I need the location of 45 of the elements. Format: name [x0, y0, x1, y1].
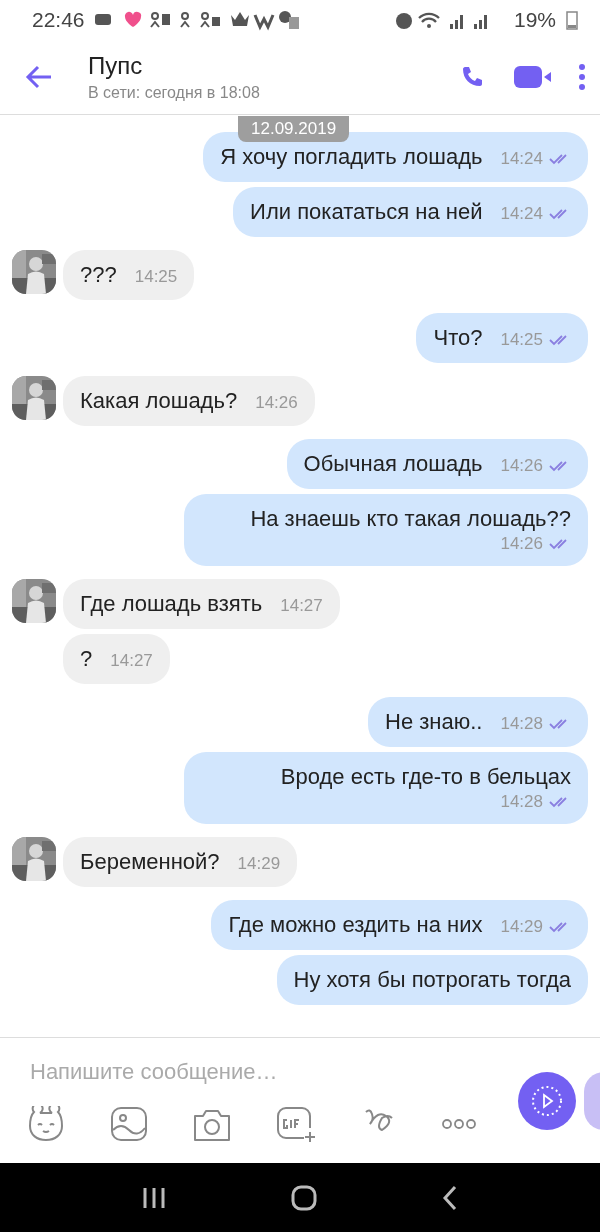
message-time: 14:27 [280, 596, 323, 616]
gif-icon[interactable] [276, 1106, 318, 1142]
message-time: 14:28 [500, 792, 543, 812]
contact-name: Пупс [88, 52, 144, 80]
back-icon[interactable] [441, 1185, 458, 1211]
message-bubble[interactable]: Ну хотя бы потрогать тогда [276, 955, 588, 1005]
message-bubble[interactable]: ? 14:27 [63, 634, 170, 684]
sticker-bear-icon[interactable] [26, 1106, 66, 1142]
message-time: 14:25 [500, 330, 543, 350]
message-time: 14:25 [134, 267, 178, 287]
battery-icon [566, 10, 578, 30]
video-message-button[interactable] [518, 1072, 576, 1130]
message-bubble[interactable]: ??? 14:25 [63, 250, 195, 300]
more-icon[interactable] [442, 1119, 476, 1129]
message-bubble[interactable]: Обычная лошадь 14:26 [286, 439, 588, 489]
message-bubble[interactable]: Беременной? 14:29 [63, 837, 298, 887]
message-bubble[interactable]: Или покататься на ней 14:24 [233, 187, 588, 237]
battery-percentage: 19% [513, 8, 556, 32]
message-bubble[interactable]: Где лошадь взять 14:27 [63, 579, 340, 629]
message-bubble[interactable]: Не знаю.. 14:28 [368, 697, 588, 747]
message-bubble[interactable]: Вроде есть где-то в бельцах 14:28 [184, 752, 588, 824]
message-bubble[interactable]: На знаешь кто такая лошадь?? 14:26 [184, 494, 588, 566]
image-icon[interactable] [110, 1106, 148, 1142]
last-seen-status: В сети: сегодня в 18:08 [88, 84, 261, 102]
message-time: 14:26 [500, 534, 543, 554]
message-time: 14:27 [110, 651, 153, 671]
message-bubble[interactable]: Что? 14:25 [416, 313, 588, 363]
more-options-icon[interactable] [578, 64, 586, 90]
message-time: 14:28 [500, 714, 543, 734]
message-time: 14:29 [237, 854, 281, 874]
home-icon[interactable] [291, 1185, 317, 1211]
message-time: 14:26 [500, 456, 543, 476]
message-bubble[interactable]: Какая лошадь? 14:26 [63, 376, 315, 426]
recent-apps-icon[interactable] [142, 1186, 167, 1210]
message-input-field[interactable]: Напишите сообщение… [28, 1058, 472, 1086]
message-bubble[interactable]: Где можно ездить на них 14:29 [211, 900, 588, 950]
phone-icon[interactable] [460, 65, 484, 89]
message-time: 14:26 [255, 393, 298, 413]
message-time: 14:29 [500, 917, 543, 937]
date-chip: 12.09.2019 [238, 116, 350, 142]
video-camera-icon[interactable] [514, 65, 552, 89]
message-time: 14:24 [500, 149, 543, 169]
play-icon [530, 1084, 564, 1118]
clock: 22:46 [32, 8, 85, 32]
message-time: 14:24 [500, 204, 543, 224]
